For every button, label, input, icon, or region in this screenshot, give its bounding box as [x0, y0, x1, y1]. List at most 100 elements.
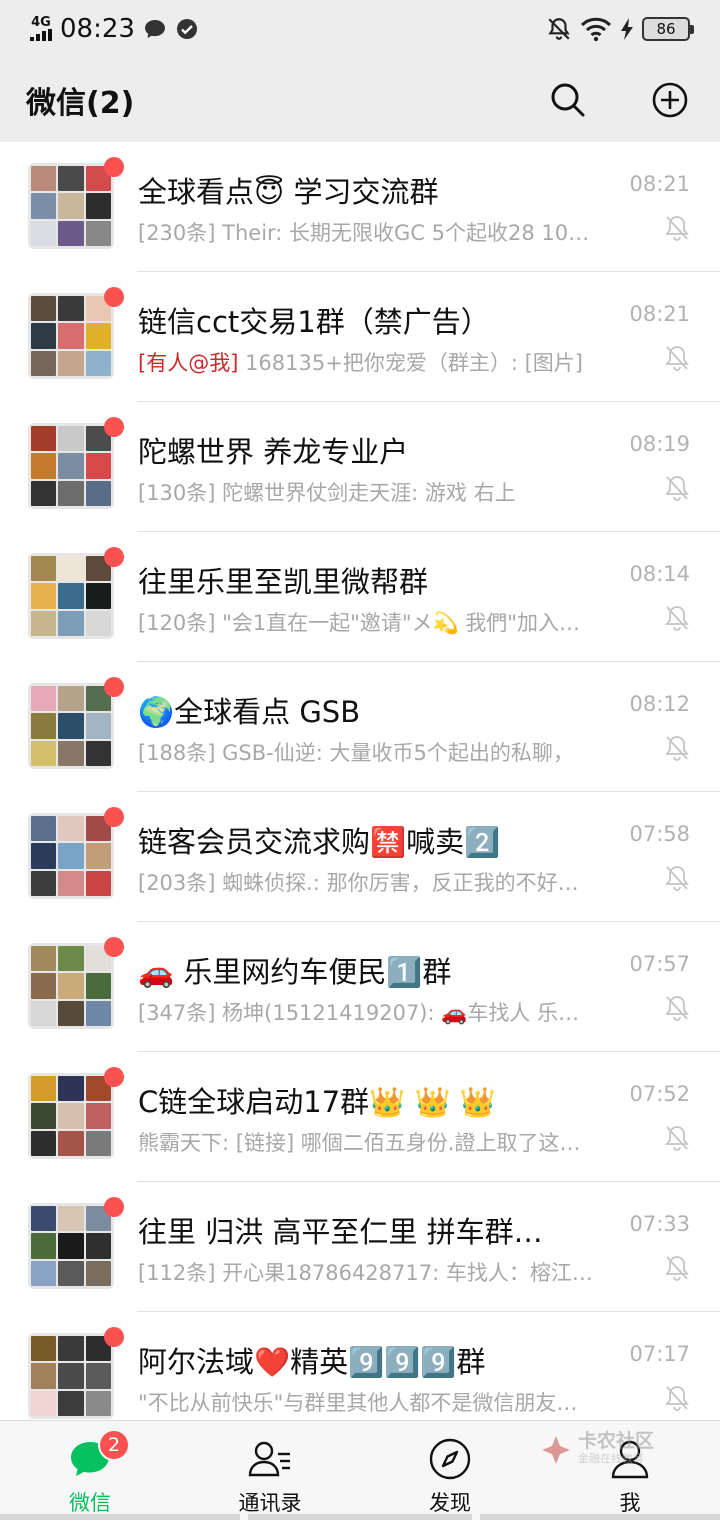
chat-name: 链客会员交流求购🈲喊卖2️⃣ — [138, 825, 501, 859]
chat-preview: 熊霸天下: [链接] 哪個二佰五身份.證上取了这… — [138, 1127, 618, 1157]
chat-row[interactable]: 链信cct交易1群（禁广告） 08:21 [有人@我] 168135+把你宠爱（… — [0, 272, 720, 402]
add-button[interactable] — [650, 80, 690, 120]
nav-hint — [248, 1514, 472, 1520]
chat-time: 08:21 — [629, 302, 690, 326]
message-notification-icon — [144, 20, 165, 38]
preview-text: [203条] 蜘蛛侦探.: 那你厉害，反正我的不好… — [138, 871, 579, 895]
chat-time: 08:12 — [629, 692, 690, 716]
chat-list: 全球看点😇 学习交流群 08:21 [230条] Their: 长期无限收GC … — [0, 142, 720, 1420]
nav-hint — [0, 1514, 240, 1520]
tab-chats[interactable]: 2 微信 — [0, 1421, 180, 1520]
chat-name: C链全球启动17群👑 👑 👑 — [138, 1085, 496, 1119]
unread-dot — [104, 1197, 124, 1217]
header-actions — [548, 80, 690, 120]
chat-name: 链信cct交易1群（禁广告） — [138, 305, 490, 339]
preview-text: [188条] GSB-仙逆: 大量收币5个起出的私聊， — [138, 741, 574, 765]
preview-text: [230条] Their: 长期无限收GC 5个起收28 10… — [138, 221, 590, 245]
charging-icon — [621, 18, 633, 40]
network-type: 4G — [31, 15, 51, 30]
chat-row[interactable]: 往里 归洪 高平至仁里 拼车群… 07:33 [112条] 开心果1878642… — [0, 1182, 720, 1312]
preview-text: [112条] 开心果18786428717: 车找人：榕江… — [138, 1261, 593, 1285]
unread-dot — [104, 1327, 124, 1347]
mute-bell-icon — [665, 996, 689, 1021]
mute-bell-icon — [665, 736, 689, 761]
chat-row[interactable]: 陀螺世界 养龙专业户 08:19 [130条] 陀螺世界仗剑走天涯: 游戏 右上 — [0, 402, 720, 532]
chat-name: 🌍全球看点 GSB — [138, 695, 361, 729]
tab-label: 我 — [619, 1491, 641, 1515]
chat-name: 全球看点😇 学习交流群 — [138, 175, 439, 209]
person-icon — [606, 1435, 654, 1483]
tab-label: 微信 — [69, 1491, 111, 1515]
chat-time: 07:57 — [629, 952, 690, 976]
chat-time: 07:17 — [629, 1342, 690, 1366]
chat-row[interactable]: 全球看点😇 学习交流群 08:21 [230条] Their: 长期无限收GC … — [0, 142, 720, 272]
mention-tag: [有人@我] — [138, 351, 239, 375]
battery-icon: 86 — [642, 17, 694, 41]
tab-bar: 2 微信 通讯录 发现 我 — [0, 1420, 720, 1520]
tab-label: 通讯录 — [238, 1491, 302, 1515]
mute-bell-icon — [665, 346, 689, 371]
chat-preview: [130条] 陀螺世界仗剑走天涯: 游戏 右上 — [138, 477, 618, 507]
group-avatar — [28, 553, 114, 639]
unread-dot — [104, 417, 124, 437]
chat-name: 🚗 乐里网约车便民1️⃣群 — [138, 955, 452, 989]
chat-time: 08:14 — [629, 562, 690, 586]
tab-me[interactable]: 我 — [540, 1421, 720, 1520]
mute-bell-icon — [665, 1256, 689, 1281]
tab-contacts[interactable]: 通讯录 — [180, 1421, 360, 1520]
group-avatar — [28, 683, 114, 769]
plus-circle-icon — [652, 82, 688, 118]
contacts-icon — [246, 1435, 294, 1483]
group-avatar — [28, 423, 114, 509]
preview-text: 168135+把你宠爱（群主）: [图片] — [238, 351, 583, 375]
preview-text: 熊霸天下: [链接] 哪個二佰五身份.證上取了这… — [138, 1131, 581, 1155]
unread-dot — [104, 287, 124, 307]
group-avatar — [28, 1073, 114, 1159]
unread-badge: 2 — [98, 1429, 130, 1461]
unread-dot — [104, 157, 124, 177]
search-button[interactable] — [548, 80, 588, 120]
chat-preview: [347条] 杨坤(15121419207): 🚗车找人 乐… — [138, 997, 618, 1027]
chat-row[interactable]: 阿尔法域❤️精英9️⃣9️⃣9️⃣群 07:17 "不比从前快乐"与群里其他人都… — [0, 1312, 720, 1420]
app-header: 微信(2) — [0, 58, 720, 142]
wifi-icon — [580, 17, 612, 42]
chat-name: 往里乐里至凯里微帮群 — [138, 565, 429, 599]
chat-time: 07:58 — [629, 822, 690, 846]
nav-hint — [480, 1514, 720, 1520]
chat-time: 08:19 — [629, 432, 690, 456]
chat-row[interactable]: 🌍全球看点 GSB 08:12 [188条] GSB-仙逆: 大量收币5个起出的… — [0, 662, 720, 792]
battery-level: 86 — [656, 20, 676, 38]
chat-preview: [203条] 蜘蛛侦探.: 那你厉害，反正我的不好… — [138, 867, 618, 897]
unread-dot — [104, 1067, 124, 1087]
mute-bell-icon — [665, 1386, 689, 1411]
bell-off-icon — [548, 18, 570, 40]
tab-discover[interactable]: 发现 — [360, 1421, 540, 1520]
search-icon — [551, 83, 585, 117]
chat-name: 阿尔法域❤️精英9️⃣9️⃣9️⃣群 — [138, 1345, 486, 1379]
tab-label: 发现 — [429, 1491, 471, 1515]
chat-name: 往里 归洪 高平至仁里 拼车群… — [138, 1215, 543, 1249]
chat-preview: [188条] GSB-仙逆: 大量收币5个起出的私聊， — [138, 737, 618, 767]
preview-text: [130条] 陀螺世界仗剑走天涯: 游戏 右上 — [138, 481, 516, 505]
status-left: 4G 08:23 — [30, 14, 199, 44]
mute-bell-icon — [665, 606, 689, 631]
chat-preview: "不比从前快乐"与群里其他人都不是微信朋友… — [138, 1387, 618, 1417]
group-avatar — [28, 293, 114, 379]
group-avatar — [28, 1203, 114, 1289]
mute-bell-icon — [665, 866, 689, 891]
chat-preview: [230条] Their: 长期无限收GC 5个起收28 10… — [138, 217, 618, 247]
chat-row[interactable]: 🚗 乐里网约车便民1️⃣群 07:57 [347条] 杨坤(1512141920… — [0, 922, 720, 1052]
unread-dot — [104, 937, 124, 957]
chat-time: 07:52 — [629, 1082, 690, 1106]
chat-row[interactable]: 链客会员交流求购🈲喊卖2️⃣ 07:58 [203条] 蜘蛛侦探.: 那你厉害，… — [0, 792, 720, 922]
preview-text: [347条] 杨坤(15121419207): 🚗车找人 乐… — [138, 1001, 580, 1025]
chat-preview: [112条] 开心果18786428717: 车找人：榕江… — [138, 1257, 618, 1287]
chat-row[interactable]: 往里乐里至凯里微帮群 08:14 [120条] "会1直在一起"邀请"メ💫 我們… — [0, 532, 720, 662]
group-avatar — [28, 1333, 114, 1419]
signal-icon: 4G — [30, 15, 52, 41]
chat-preview: [120条] "会1直在一起"邀请"メ💫 我們"加入… — [138, 607, 618, 637]
mute-bell-icon — [665, 216, 689, 241]
chat-row[interactable]: C链全球启动17群👑 👑 👑 07:52 熊霸天下: [链接] 哪個二佰五身份.… — [0, 1052, 720, 1182]
preview-text: "不比从前快乐"与群里其他人都不是微信朋友… — [138, 1391, 578, 1415]
chat-preview: [有人@我] 168135+把你宠爱（群主）: [图片] — [138, 347, 618, 377]
